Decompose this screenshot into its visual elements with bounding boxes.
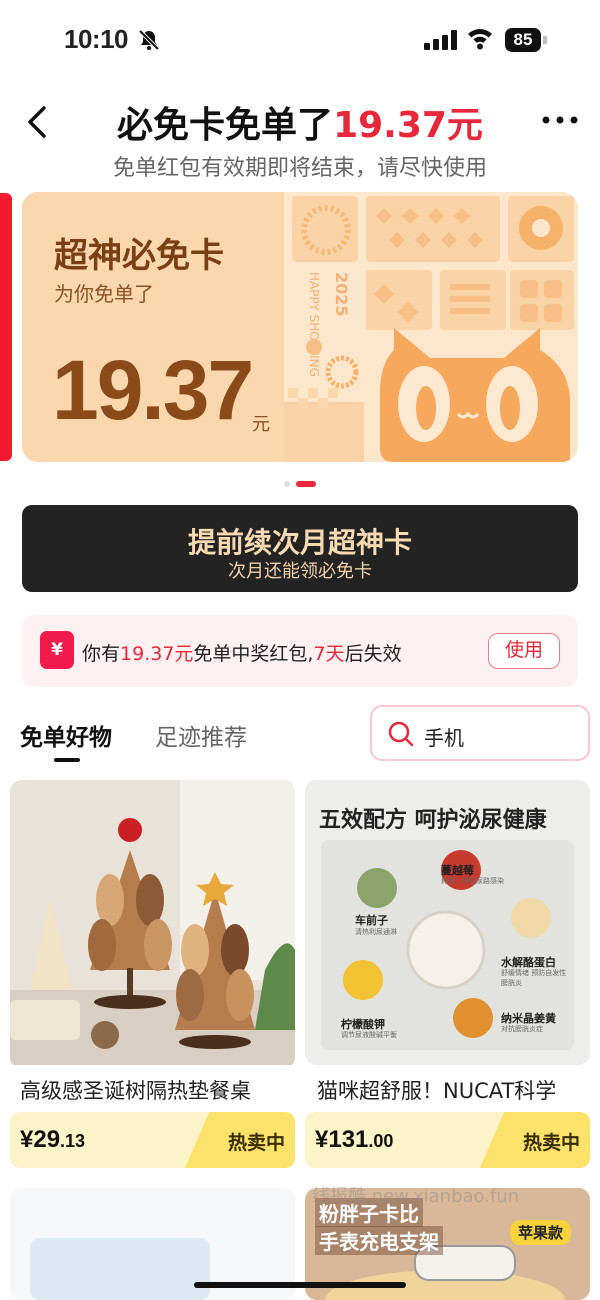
tmall-cat-decoration: HAPPY SHOPPING 2025 [284, 192, 578, 462]
redpacket-notice: ¥ 你有19.37元免单中奖红包,7天后失效 使用 [22, 615, 578, 687]
home-indicator[interactable] [194, 1282, 406, 1288]
ingredient-desc: 抑菌，降低尿路感染 [441, 877, 504, 885]
product-card[interactable] [10, 780, 295, 1069]
product-name[interactable]: 高级感圣诞树隔热垫餐桌 [20, 1075, 305, 1105]
page-title: 必免卡免单了19.37元 [0, 96, 600, 148]
active-tab-underline [54, 758, 80, 762]
product-title-line2: 手表充电支架 [315, 1226, 443, 1255]
ingredient-desc: 调节尿液酸碱平衡 [341, 1031, 397, 1039]
notice-text: 你有19.37元免单中奖红包,7天后失效 [82, 643, 402, 665]
product-price-bar[interactable]: ¥131.00 热卖中 [305, 1112, 590, 1168]
yuan-redpacket-icon: ¥ [40, 631, 74, 669]
product-image-cat-supplement: 五效配方 呵护泌尿健康 蔓越莓 抑菌，降低尿路感染 车前子 清热利尿通淋 水解酪… [305, 780, 590, 1065]
apple-model-tag: 苹果款 [510, 1220, 572, 1245]
more-options-icon[interactable] [540, 108, 580, 132]
ingredient-desc: 对抗膀胱炎症 [501, 1025, 543, 1033]
side-indicator [0, 193, 12, 461]
renew-label: 提前续次月超神卡 [187, 526, 412, 559]
carousel-dot[interactable] [284, 481, 290, 487]
product-price: ¥29.13 [20, 1126, 86, 1153]
search-input[interactable]: 手机 [424, 722, 464, 751]
card-amount: 19.37 [52, 343, 254, 437]
product-price-bar[interactable]: ¥29.13 热卖中 [10, 1112, 295, 1168]
carousel-indicator [284, 480, 320, 488]
watermark-text: 线报酷 new.xianbao.fun [312, 1186, 520, 1207]
tab-footprint-recommend[interactable]: 足迹推荐 [155, 718, 247, 752]
status-time: 10:10 [64, 24, 129, 54]
search-icon [388, 721, 414, 747]
deco-happy-shopping: HAPPY SHOPPING [307, 272, 321, 377]
ingredient-desc: 清热利尿通淋 [355, 928, 397, 936]
carousel-dot-active[interactable] [296, 481, 316, 487]
hot-sale-tag: 热卖中 [480, 1112, 590, 1168]
use-button[interactable]: 使用 [488, 633, 560, 669]
product-price: ¥131.00 [315, 1126, 394, 1153]
product-card[interactable]: 五效配方 呵护泌尿健康 蔓越莓 抑菌，降低尿路感染 车前子 清热利尿通淋 水解酪… [305, 780, 590, 1065]
tab-free-goods[interactable]: 免单好物 [20, 718, 112, 752]
mute-bell-icon [138, 29, 160, 51]
card-subtitle: 为你免单了 [54, 282, 154, 306]
hot-sale-tag: 热卖中 [185, 1112, 295, 1168]
product-name[interactable]: 猫咪超舒服！NUCAT科学 [317, 1075, 600, 1105]
title-amount: 19.37元 [333, 105, 483, 146]
deco-year: 2025 [332, 272, 351, 317]
card-unit: 元 [252, 414, 270, 435]
page-subtitle: 免单红包有效期即将结束，请尽快使用 [112, 156, 487, 181]
card-title: 超神必免卡 [54, 236, 224, 276]
status-bar: 10:10 85 [0, 0, 600, 80]
battery-icon: 85 [505, 28, 547, 52]
battery-level: 85 [505, 28, 541, 52]
product-image-title: 五效配方 呵护泌尿健康 [319, 808, 547, 833]
ingredient-desc: 舒缓情绪 预防自发性膀胱炎 [501, 969, 567, 987]
cellular-signal-icon [424, 30, 457, 50]
renew-card-button[interactable]: 提前续次月超神卡 次月还能领必免卡 [22, 505, 578, 592]
title-prefix: 必免卡免单了 [117, 105, 334, 146]
renew-sublabel: 次月还能领必免卡 [228, 561, 372, 582]
search-box[interactable]: 手机 [370, 705, 590, 761]
product-image-christmas-tree [10, 780, 295, 1065]
wifi-icon [468, 29, 492, 50]
ingredient-name: 车前子 [355, 914, 388, 927]
free-card-banner[interactable]: 超神必免卡 为你免单了 19.37 元 HAPPY SHOPPING 2025 [22, 192, 578, 462]
